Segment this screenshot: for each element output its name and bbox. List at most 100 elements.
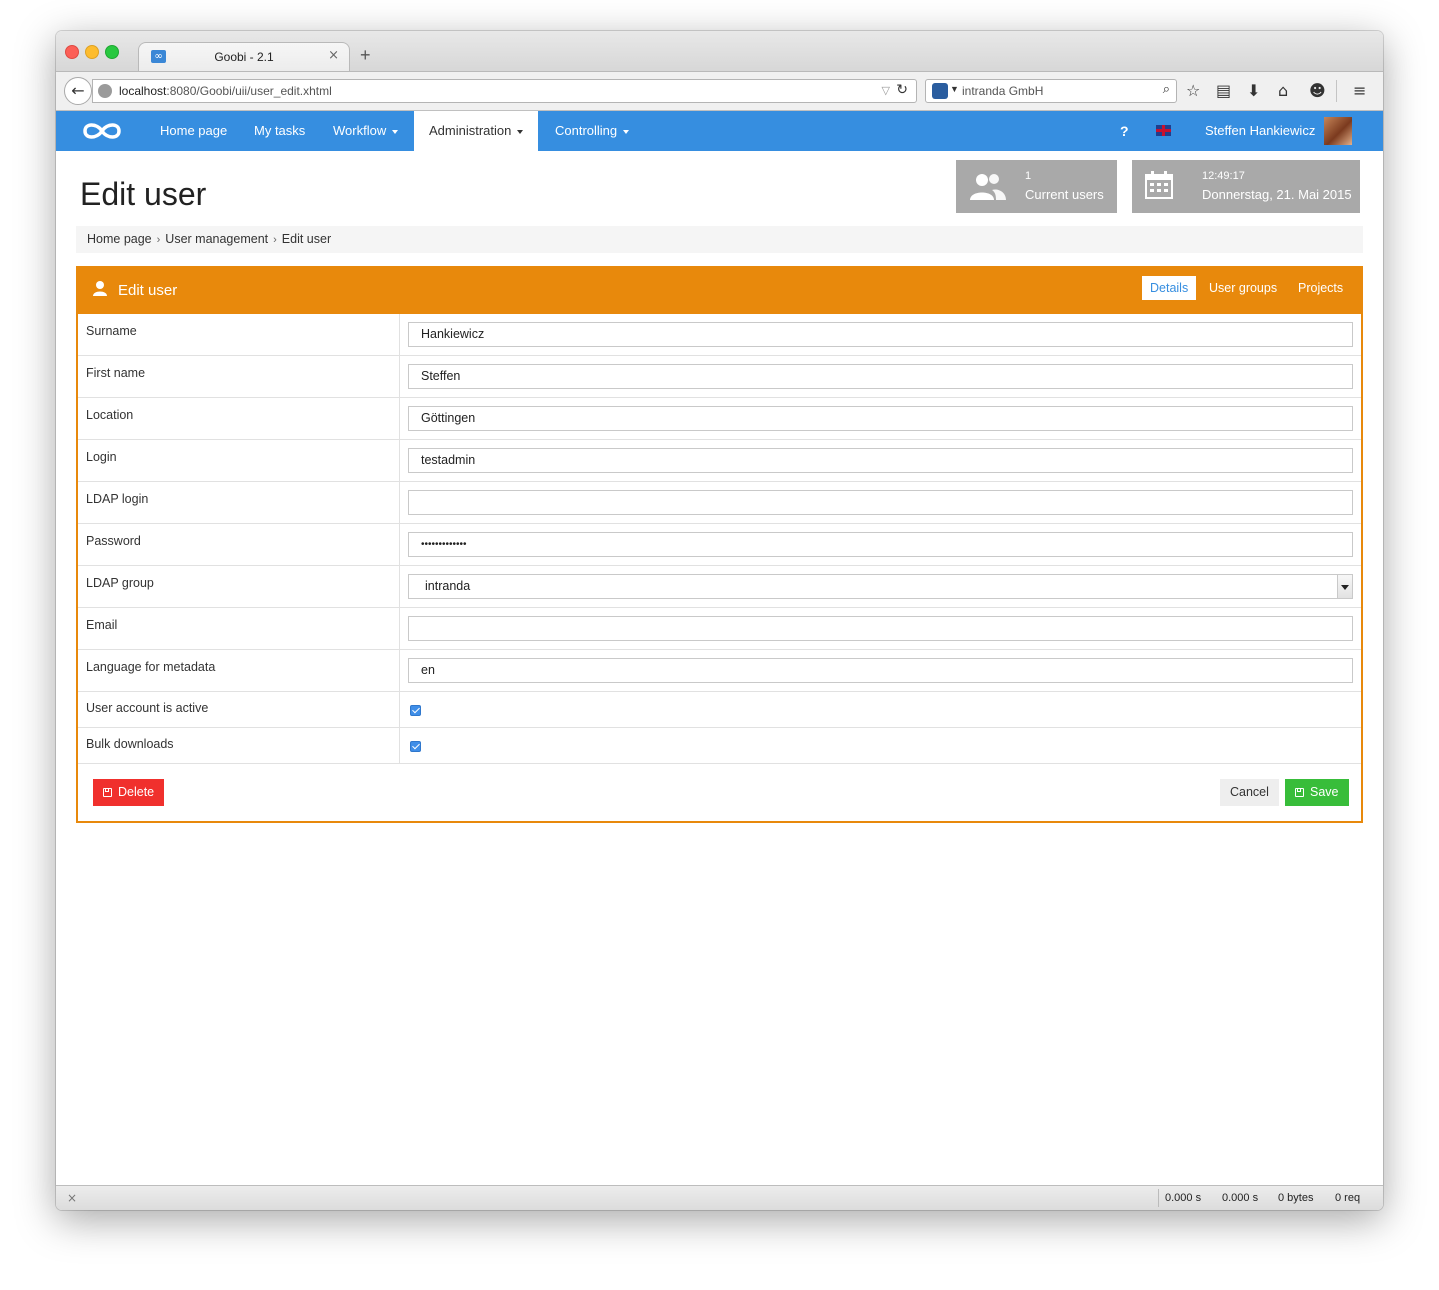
row-divider [399, 728, 400, 763]
reload-icon[interactable]: ↻ [896, 82, 908, 98]
login-input[interactable]: testadmin [408, 448, 1353, 473]
nav-my-tasks[interactable]: My tasks [254, 111, 305, 151]
nav-home-page[interactable]: Home page [160, 111, 227, 151]
breadcrumb-user-management[interactable]: User management [165, 226, 268, 253]
bulk-downloads-checkbox[interactable] [410, 741, 421, 752]
zoom-window-button[interactable] [105, 45, 119, 59]
chevron-down-icon [517, 129, 524, 134]
nav-controlling[interactable]: Controlling [555, 111, 630, 151]
main-navigation: Home page My tasks Workflow Administrati… [56, 111, 1383, 151]
breadcrumb-home-page[interactable]: Home page [87, 226, 152, 253]
language-label: Language for metadata [86, 660, 216, 674]
star-icon[interactable]: ☆ [1186, 81, 1200, 101]
form-row-email: Email [78, 608, 1361, 650]
row-divider [399, 524, 400, 565]
minimize-window-button[interactable] [85, 45, 99, 59]
nav-administration-label: Administration [429, 123, 512, 138]
current-users-label: Current users [1025, 187, 1104, 202]
form-row-login: Login testadmin [78, 440, 1361, 482]
browser-tab-strip: ∞ Goobi - 2.1 × + [56, 31, 1383, 71]
url-text[interactable]: localhost:8080/Goobi/uii/user_edit.xhtml [119, 84, 332, 98]
uk-flag-icon[interactable] [1156, 125, 1171, 136]
first-name-input[interactable]: Steffen [408, 364, 1353, 389]
search-engine-caret-icon[interactable]: ▼ [950, 84, 959, 94]
reading-list-icon[interactable]: ▤ [1216, 81, 1231, 101]
form-row-password: Password ••••••••••••• [78, 524, 1361, 566]
first-name-label: First name [86, 366, 146, 380]
tab-user-groups[interactable]: User groups [1201, 276, 1285, 300]
cancel-button[interactable]: Cancel [1220, 779, 1279, 806]
new-tab-icon[interactable]: + [360, 46, 371, 64]
surname-input[interactable]: Hankiewicz [408, 322, 1353, 347]
user-name[interactable]: Steffen Hankiewicz [1205, 111, 1315, 151]
close-status-icon[interactable]: × [67, 1191, 77, 1205]
email-input[interactable] [408, 616, 1353, 641]
browser-status-bar: × 0.000 s 0.000 s 0 bytes 0 req [56, 1185, 1383, 1210]
status-divider [1158, 1189, 1159, 1207]
breadcrumb-separator-icon: › [273, 234, 277, 246]
help-icon[interactable]: ? [1120, 111, 1129, 151]
nav-workflow[interactable]: Workflow [333, 111, 399, 151]
avatar[interactable] [1324, 117, 1352, 145]
status-time-2: 0.000 s [1222, 1192, 1259, 1204]
breadcrumb-edit-user: Edit user [281, 232, 332, 246]
url-history-dropdown-icon[interactable]: ▽ [882, 84, 890, 97]
search-icon[interactable]: ⌕ [1163, 82, 1170, 97]
nav-workflow-label: Workflow [333, 123, 387, 138]
chevron-down-icon [392, 129, 399, 134]
close-window-button[interactable] [65, 45, 79, 59]
form-row-first-name: First name Steffen [78, 356, 1361, 398]
tab-details[interactable]: Details [1142, 276, 1197, 300]
users-icon [970, 174, 1006, 200]
row-divider [399, 566, 400, 607]
breadcrumb-separator-icon: › [156, 234, 161, 246]
tab-close-icon[interactable]: × [328, 48, 339, 63]
row-divider [399, 440, 400, 481]
menu-icon[interactable]: ≡ [1353, 81, 1366, 101]
ldap-login-input[interactable] [408, 490, 1353, 515]
goobi-app: Home page My tasks Workflow Administrati… [56, 111, 1383, 1185]
row-divider [399, 650, 400, 691]
download-icon[interactable]: ⬇ [1247, 81, 1260, 101]
current-time: 12:49:17 [1202, 170, 1245, 182]
globe-icon [98, 84, 112, 98]
form-row-language: Language for metadata en [78, 650, 1361, 692]
search-bar[interactable]: ▼ intranda GmbH ⌕ [925, 79, 1177, 103]
form-row-location: Location Göttingen [78, 398, 1361, 440]
search-engine-icon[interactable] [932, 83, 948, 99]
location-label: Location [86, 408, 134, 422]
url-host: localhost [119, 84, 167, 98]
goobi-logo-icon[interactable] [80, 118, 124, 144]
browser-window: ∞ Goobi - 2.1 × + ← localhost:8080/Goobi… [56, 31, 1383, 1210]
save-button[interactable]: Save [1285, 779, 1349, 806]
current-users-box[interactable]: 1 Current users [956, 160, 1117, 213]
row-divider [399, 314, 400, 355]
panel-header: Edit user Details User groups Projects [78, 268, 1361, 314]
back-arrow-icon[interactable]: ← [64, 77, 92, 105]
search-placeholder: intranda GmbH [962, 84, 1044, 98]
nav-administration[interactable]: Administration [414, 111, 539, 151]
address-bar[interactable]: localhost:8080/Goobi/uii/user_edit.xhtml… [92, 79, 917, 103]
row-divider [399, 608, 400, 649]
smiley-icon[interactable]: ☻ [1309, 81, 1326, 101]
location-input[interactable]: Göttingen [408, 406, 1353, 431]
browser-tab[interactable]: ∞ Goobi - 2.1 × [138, 42, 350, 71]
form-row-ldap-login: LDAP login [78, 482, 1361, 524]
save-disk-icon [1295, 788, 1304, 797]
ldap-group-select[interactable]: intranda [408, 574, 1353, 599]
account-active-checkbox[interactable] [410, 705, 421, 716]
save-button-label: Save [1310, 785, 1339, 799]
delete-button[interactable]: Delete [93, 779, 165, 806]
form-row-account-active: User account is active [78, 692, 1361, 728]
browser-toolbar: ← localhost:8080/Goobi/uii/user_edit.xht… [56, 71, 1383, 111]
select-arrow-icon[interactable] [1337, 575, 1352, 598]
row-divider [399, 356, 400, 397]
status-bytes: 0 bytes [1278, 1192, 1314, 1204]
surname-label: Surname [86, 324, 137, 338]
password-input[interactable]: ••••••••••••• [408, 532, 1353, 557]
tab-projects[interactable]: Projects [1290, 276, 1351, 300]
save-disk-icon [103, 788, 112, 797]
home-icon[interactable]: ⌂ [1278, 81, 1288, 101]
row-divider [399, 398, 400, 439]
language-input[interactable]: en [408, 658, 1353, 683]
